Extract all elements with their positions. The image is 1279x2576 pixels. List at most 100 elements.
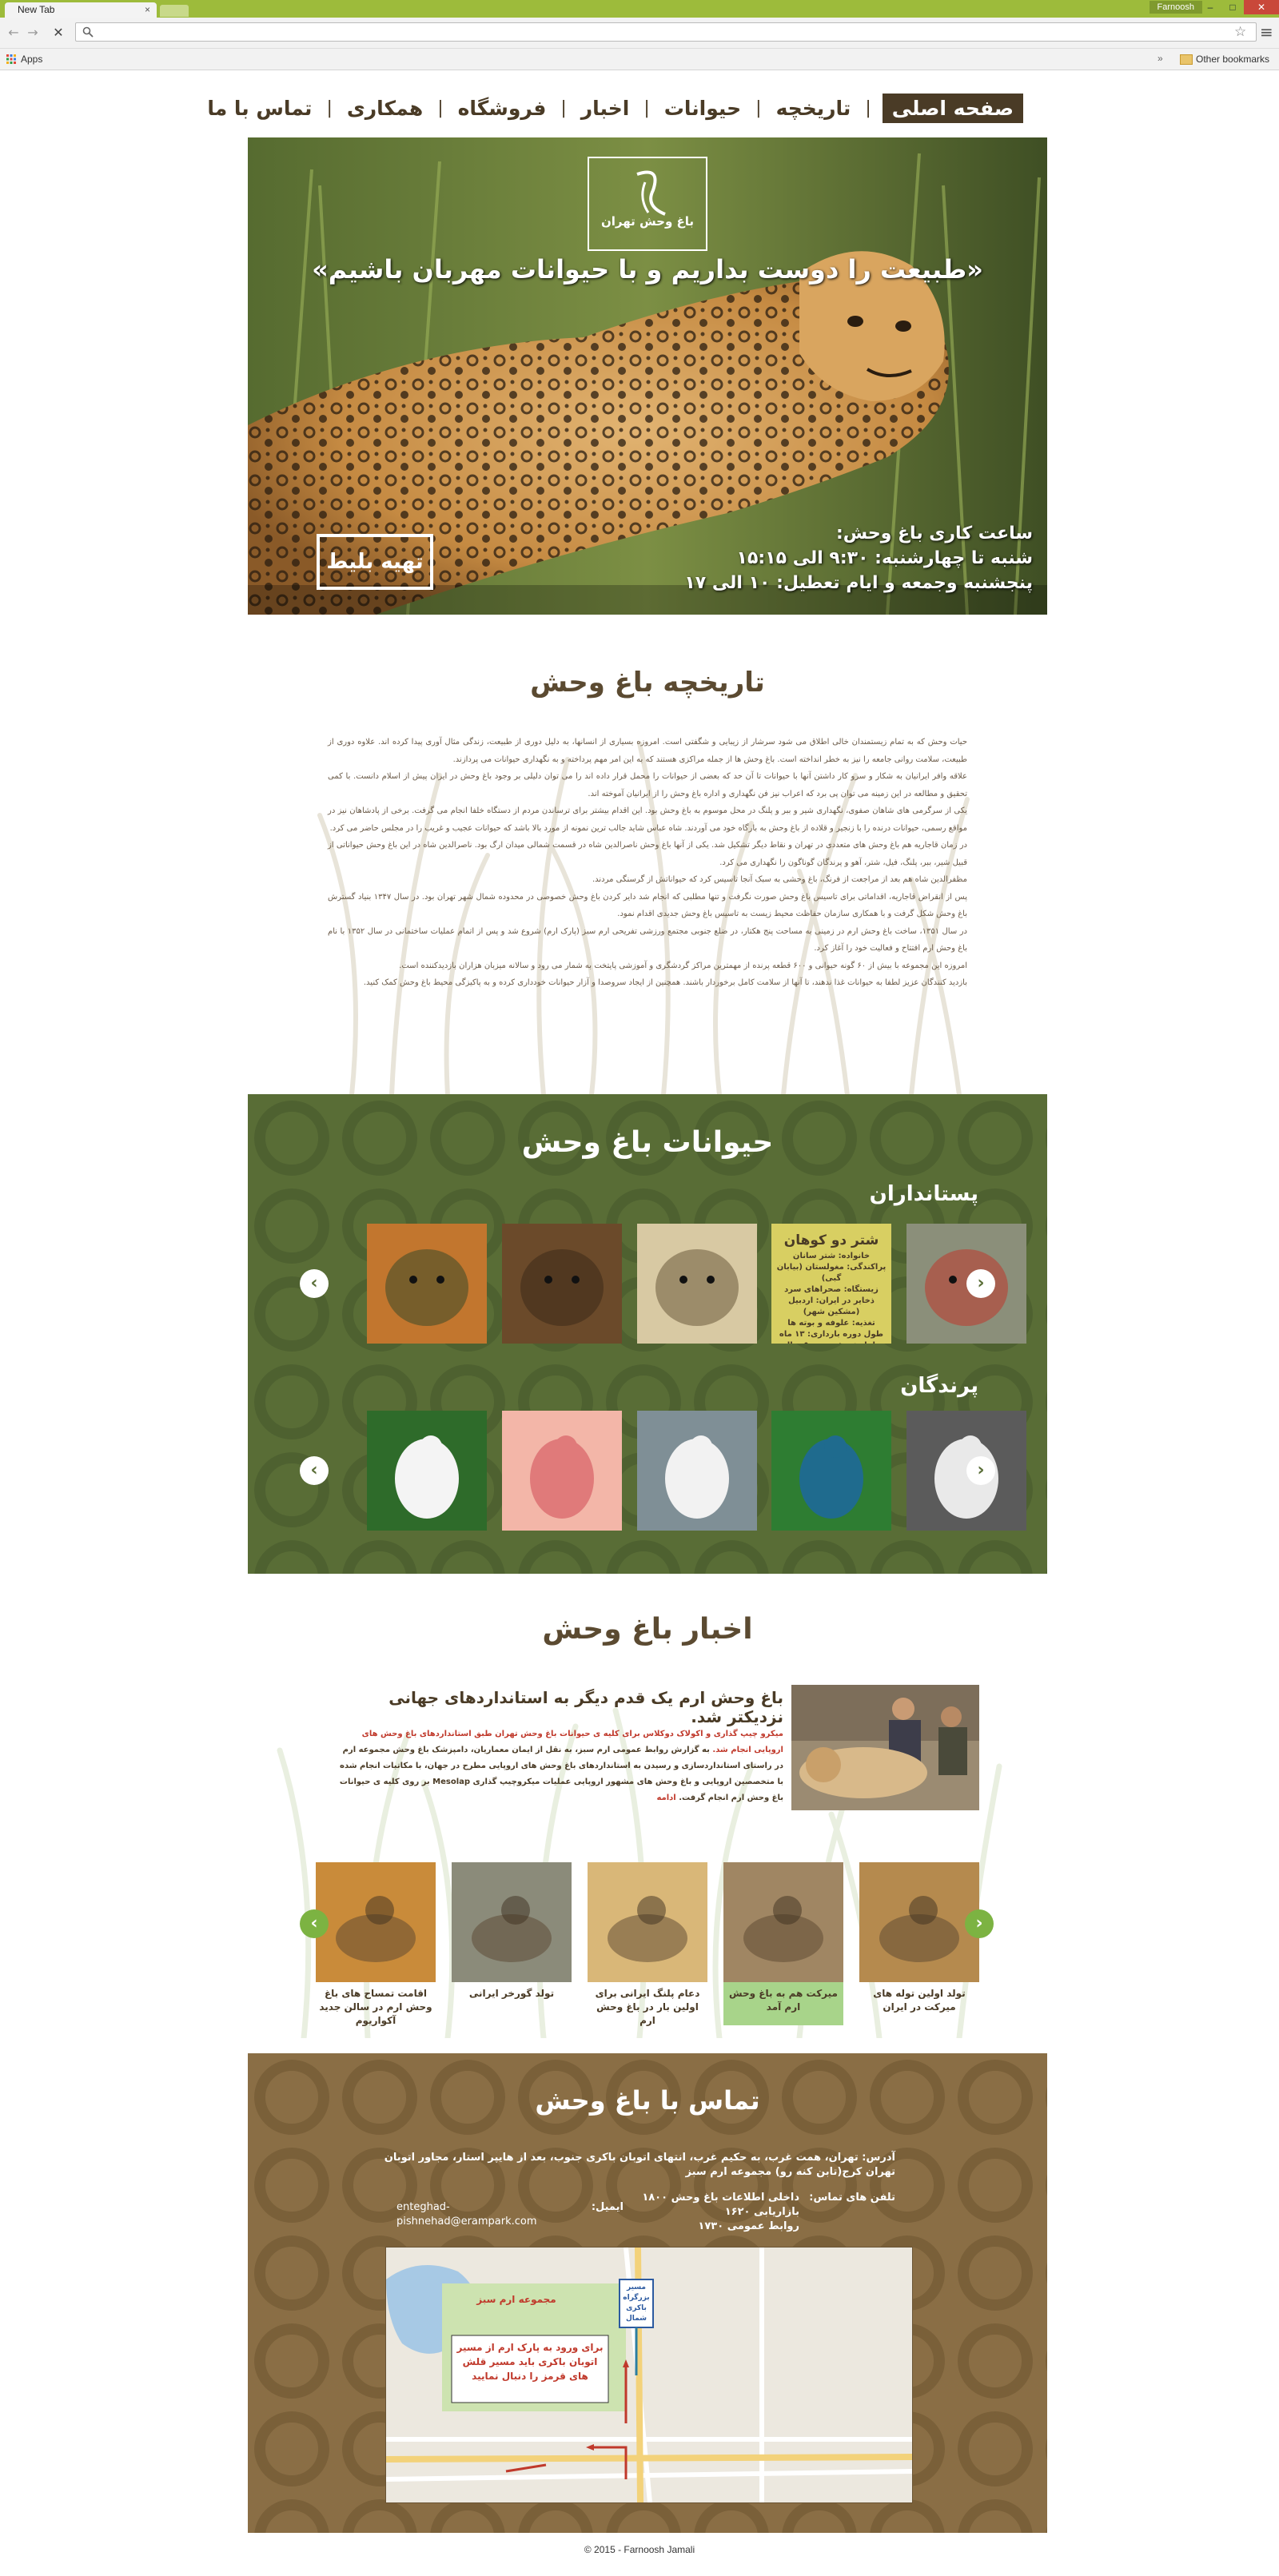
news-prev-button[interactable]: ‹ <box>300 1909 329 1938</box>
nav-separator: | <box>755 98 762 118</box>
main-nav: صفحه اصلی | تاریخچه | حیوانات | اخبار | فروشگاه |… <box>207 90 1023 126</box>
new-tab-button[interactable] <box>160 5 189 17</box>
nav-item-1[interactable]: تاریخچه <box>762 97 866 120</box>
news-card-photo <box>316 1862 436 1982</box>
news-card-caption: تولد اولین توله های میرکت در ایران <box>873 1988 966 2013</box>
mammals-title: پستانداران <box>869 1182 978 1206</box>
news-next-button[interactable]: › <box>965 1909 994 1938</box>
hours-title: ساعت کاری باغ وحش: <box>835 524 1033 543</box>
zoo-logo: باغ وحش تهران <box>588 157 707 251</box>
maximize-icon[interactable]: □ <box>1221 0 1244 14</box>
news-card[interactable]: تولد اولین توله های میرکت در ایران <box>859 1862 979 2025</box>
news-card[interactable]: میرکت هم به باغ وحش ارم آمد <box>723 1862 843 2025</box>
search-icon <box>82 26 94 38</box>
history-title: تاریخچه باغ وحش <box>530 667 765 699</box>
mammals-next-button[interactable]: › <box>966 1269 995 1298</box>
stop-loading-icon[interactable]: ✕ <box>50 24 67 42</box>
hero-banner: باغ وحش تهران «طبیعت را دوست بداریم و با… <box>248 137 1047 615</box>
browser-titlebar <box>0 0 1279 18</box>
hours-holidays: پنجشنبه وجمعه و ایام تعطیل: ۱۰ الی ۱۷ <box>684 573 1033 593</box>
news-body: میکرو چیپ گذاری و اکولاک دوکلاس برای کلی… <box>336 1726 783 1806</box>
news-headline[interactable]: باغ وحش ارم یک قدم دیگر به استانداردهای … <box>336 1688 783 1726</box>
read-more-link[interactable]: ادامه <box>656 1794 675 1802</box>
camel-card-line: طول عمر: حدود ۵۰ سال <box>776 1340 887 1344</box>
nav-item-2[interactable]: حیوانات <box>650 97 755 120</box>
news-card-caption: میرکت هم به باغ وحش ارم آمد <box>723 1982 843 2025</box>
bookmark-star-icon[interactable]: ☆ <box>1234 24 1246 40</box>
back-icon[interactable]: ← <box>5 24 22 42</box>
camel-card-line: ذخایر در ایران: اردبیل (مشکین شهر) <box>788 1296 875 1316</box>
nav-item-0[interactable]: صفحه اصلی <box>882 93 1023 123</box>
address-input[interactable] <box>100 23 1222 41</box>
nav-separator: | <box>560 98 567 118</box>
history-paragraph: علاقه وافر ایرانیان به شکار و سرو کار دا… <box>328 772 967 798</box>
camel-info-card[interactable]: شتر دو کوهان خانواده: شتر سانان پراکندگی: … <box>771 1224 891 1344</box>
history-paragraph: یکی از سرگرمی های شاهان صفوی، نگهداری شی… <box>328 806 967 833</box>
minimize-icon[interactable]: – <box>1199 0 1221 14</box>
history-paragraph: در سال ۱۳۵۱، ساخت باغ وحش ارم در زمینی ب… <box>328 926 967 954</box>
contact-section: تماس با باغ وحش آدرس: تهران، همت غرب، به… <box>248 2053 1047 2533</box>
history-paragraph: حیات وحش که به تمام زیستمندان خالی اطلاق… <box>328 738 967 764</box>
bird-photo-flamingo[interactable] <box>502 1411 622 1531</box>
chrome-menu-icon[interactable]: ≡ <box>1260 22 1273 42</box>
news-card-caption: دعام پلنگ ایرانی برای اولین بار در باغ و… <box>595 1988 700 2026</box>
apps-link[interactable]: Apps <box>21 54 42 65</box>
camel-card-line: زیستگاه: صحراهای سرد <box>784 1285 879 1294</box>
mammals-prev-button[interactable]: ‹ <box>300 1269 329 1298</box>
mammals-carousel: شتر دو کوهان خانواده: شتر سانان پراکندگی: … <box>248 1224 1047 1344</box>
camel-card-line: خانواده: شتر سانان <box>792 1252 871 1260</box>
forward-icon[interactable]: → <box>24 24 42 42</box>
mammal-photo-tiger[interactable] <box>367 1224 487 1344</box>
tab-title: New Tab <box>18 4 55 15</box>
mammal-photo-cheetah[interactable] <box>637 1224 757 1344</box>
tab-close-icon[interactable]: × <box>145 2 150 18</box>
bookmarks-overflow-icon[interactable]: » <box>1157 53 1163 64</box>
mammal-photo-brown-bear[interactable] <box>502 1224 622 1344</box>
nav-item-4[interactable]: فروشگاه <box>444 97 561 120</box>
birds-title: پرندگان <box>900 1374 978 1398</box>
news-card-photo <box>452 1862 572 1982</box>
nav-separator: | <box>437 98 444 118</box>
bird-photo-peacock[interactable] <box>771 1411 891 1531</box>
zoo-logo-text: باغ وحش تهران <box>600 214 695 229</box>
camel-card-line: طول دوره بارداری: ۱۳ ماه <box>779 1330 884 1339</box>
nav-item-5[interactable]: همکاری <box>333 97 437 120</box>
history-paragraph: امروزه این مجموعه با بیش از ۶۰ گونه حیوا… <box>399 961 967 970</box>
map-park-label: مجموعه ارم سبز <box>476 2294 556 2305</box>
footer-copyright: © 2015 - Farnoosh Jamali <box>584 2544 695 2555</box>
phone-line: روابط عمومی ۱۷۳۰ <box>698 2220 799 2232</box>
animals-section: حیوانات باغ وحش پستانداران پرندگان شتر د… <box>248 1094 1047 1574</box>
camel-card-line: تغذیه: علوفه و بوته ها <box>787 1319 875 1328</box>
apps-grid-icon[interactable] <box>6 54 16 66</box>
news-photo[interactable] <box>791 1685 979 1810</box>
browser-tab[interactable]: New Tab × <box>5 2 157 18</box>
nav-item-6[interactable]: تماس با ما <box>193 97 326 120</box>
bird-photo-stork[interactable] <box>367 1411 487 1531</box>
history-paragraph: در زمان قاجاریه هم باغ وحش های متعددی در… <box>328 841 967 867</box>
history-paragraph: پس از انقراض قاجاریه، اقداماتی برای تاسی… <box>328 892 967 919</box>
other-bookmarks-link[interactable]: Other bookmarks <box>1196 54 1269 65</box>
news-card[interactable]: تولد گورخر ایرانی <box>452 1862 572 2025</box>
address-bar[interactable] <box>75 22 1257 42</box>
buy-ticket-button[interactable]: تهیه بلیط <box>317 534 433 590</box>
news-card[interactable]: دعام پلنگ ایرانی برای اولین بار در باغ و… <box>588 1862 707 2033</box>
camel-card-title: شتر دو کوهان <box>783 1232 879 1248</box>
folder-icon <box>1180 54 1193 65</box>
news-card-photo <box>588 1862 707 1982</box>
news-card-photo <box>859 1862 979 1982</box>
location-map[interactable]: مجموعه ارم سبز مسیر بزرگراه باکری شمال ب… <box>385 2247 913 2503</box>
nav-item-3[interactable]: اخبار <box>567 97 644 120</box>
profile-badge[interactable]: Farnoosh <box>1149 1 1202 14</box>
nav-separator: | <box>643 98 650 118</box>
bookmarks-bar: Apps » Other bookmarks <box>0 49 1279 70</box>
news-card[interactable]: اقامت تمساح های باغ وحش ارم در سالن جدید… <box>316 1862 436 2033</box>
window-close-icon[interactable]: ✕ <box>1244 0 1279 14</box>
bird-photo-pelican[interactable] <box>637 1411 757 1531</box>
news-card-photo <box>723 1862 843 1982</box>
birds-next-button[interactable]: › <box>966 1456 995 1485</box>
birds-prev-button[interactable]: ‹ <box>300 1456 329 1485</box>
birds-carousel <box>248 1411 1047 1531</box>
email-link[interactable]: enteghad-pishnehad@erampark.com <box>396 2200 564 2229</box>
camel-card-line: پراکندگی: مغولستان (بیابان گبی) <box>776 1263 887 1283</box>
opening-hours: ساعت کاری باغ وحش: شنبه تا چهارشنبه: ۹:۳… <box>684 521 1033 595</box>
